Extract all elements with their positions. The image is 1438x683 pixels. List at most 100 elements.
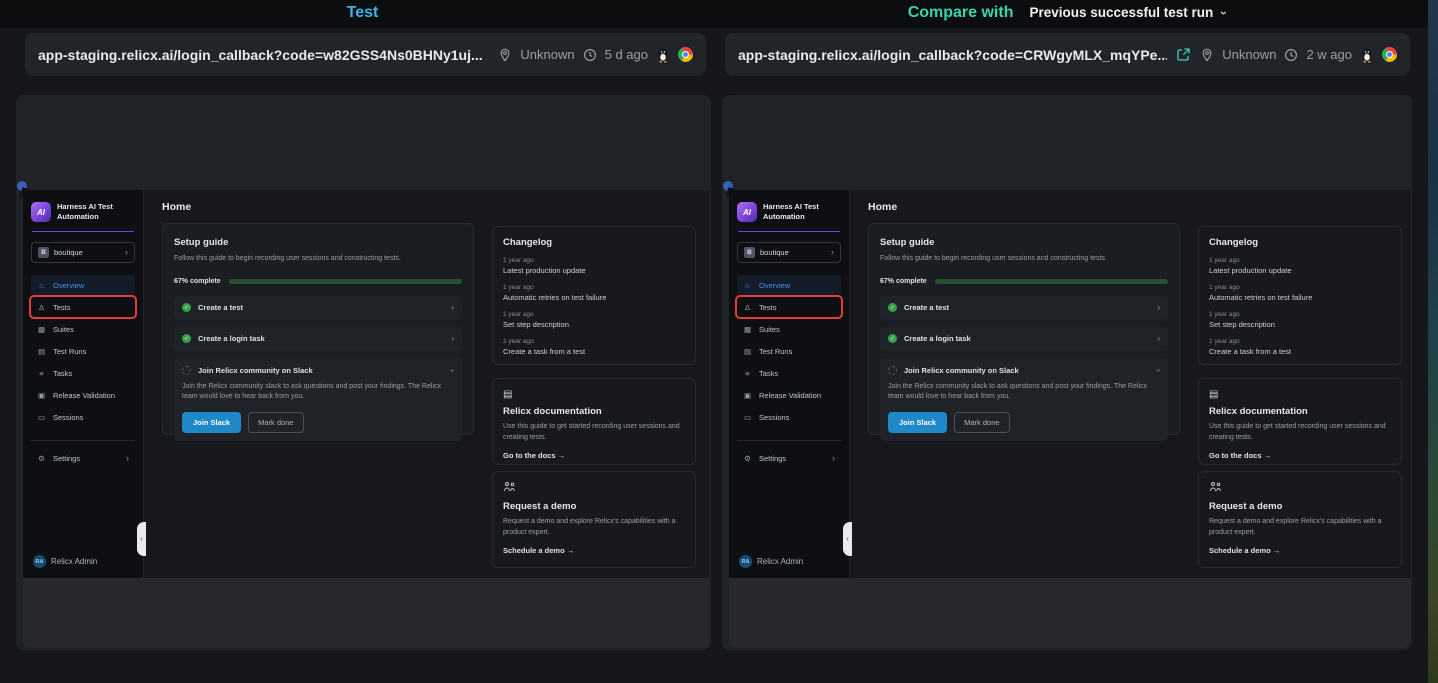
chevron-down-icon: ›	[1217, 11, 1231, 15]
right-age-label: 2 w ago	[1306, 47, 1352, 62]
right-app-screenshot: AI Harness AI Test Automation B boutique…	[729, 190, 1411, 648]
project-selector[interactable]: B boutique ›	[737, 242, 841, 263]
setup-guide-title: Setup guide	[174, 237, 462, 248]
tests-icon: Δ	[37, 303, 46, 312]
sidebar-item-label: Release Validation	[53, 391, 115, 400]
sidebar-item-test-runs[interactable]: ▤Test Runs	[737, 341, 841, 361]
setup-item-create-a-login-task[interactable]: ✓Create a login task›	[174, 327, 462, 351]
user-account[interactable]: RA Relicx Admin	[739, 555, 803, 568]
go-to-docs-link[interactable]: Go to the docs →	[1209, 451, 1391, 460]
chevron-right-icon: ›	[125, 248, 128, 257]
left-location-label: Unknown	[520, 47, 574, 62]
demo-title: Request a demo	[1209, 501, 1391, 512]
unchecked-circle-icon	[888, 366, 897, 375]
sidebar-item-label: Overview	[53, 281, 84, 290]
chevron-right-icon: ›	[1157, 334, 1160, 343]
right-url-bar: app-staging.relicx.ai/login_callback?cod…	[725, 33, 1410, 76]
home-icon: ⌂	[743, 281, 752, 290]
book-icon: ▤	[503, 389, 685, 400]
people-icon	[1209, 482, 1391, 495]
setup-item-create-a-test[interactable]: ✓Create a test›	[880, 296, 1168, 320]
setup-items: ✓Create a test›✓Create a login task›	[880, 296, 1168, 351]
sidebar-item-tests[interactable]: ΔTests	[31, 297, 135, 317]
sidebar-item-overview[interactable]: ⌂Overview	[737, 275, 841, 295]
changelog-entry-title: Set step description	[1209, 320, 1391, 329]
chevron-right-icon: ›	[451, 303, 454, 312]
join-slack-button[interactable]: Join Slack	[182, 412, 241, 433]
settings-label: Settings	[759, 454, 786, 463]
linux-icon	[1360, 47, 1374, 63]
setup-item-label: Create a login task	[198, 334, 265, 343]
setup-item-slack: Join Relicx community on Slack › Join th…	[174, 358, 462, 442]
gear-icon: ⚙	[37, 454, 46, 463]
sidebar-nav: ⌂OverviewΔTests▦Suites▤Test Runs ≡ Tasks ▣ R…	[737, 275, 841, 427]
setup-progress: 67% complete	[174, 278, 462, 285]
go-to-docs-link[interactable]: Go to the docs →	[503, 451, 685, 460]
project-selector[interactable]: B boutique ›	[31, 242, 135, 263]
setup-guide-title: Setup guide	[880, 237, 1168, 248]
sidebar-item-tests[interactable]: ΔTests	[737, 297, 841, 317]
sidebar-collapse-handle[interactable]: ‹	[843, 522, 852, 556]
tasks-icon: ≡	[743, 369, 752, 378]
mark-done-button[interactable]: Mark done	[248, 412, 303, 433]
user-account[interactable]: RA Relicx Admin	[33, 555, 97, 568]
release-icon: ▣	[743, 391, 752, 400]
setup-item-slack: Join Relicx community on Slack › Join th…	[880, 358, 1168, 442]
right-url-text: app-staging.relicx.ai/login_callback?cod…	[738, 47, 1167, 63]
changelog-entry: 1 year agoAutomatic retries on test fail…	[1209, 284, 1391, 302]
setup-item-create-a-login-task[interactable]: ✓Create a login task›	[880, 327, 1168, 351]
sidebar-item-suites[interactable]: ▦Suites	[31, 319, 135, 339]
sidebar-nav: ⌂OverviewΔTests▦Suites▤Test Runs≡Tasks▣R…	[31, 275, 135, 427]
sessions-icon: ▭	[37, 413, 46, 422]
demo-description: Request a demo and explore Relicx's capa…	[1209, 517, 1391, 538]
left-panel-title: Test	[14, 4, 711, 22]
changelog-entry-time: 1 year ago	[503, 284, 685, 291]
sidebar-item-settings[interactable]: ⚙ Settings ›	[31, 449, 135, 467]
settings-divider	[31, 440, 135, 441]
sidebar-collapse-handle[interactable]: ‹	[137, 522, 146, 556]
runs-icon: ▤	[743, 347, 752, 356]
sidebar-item-suites[interactable]: ▦Suites	[737, 319, 841, 339]
clock-icon	[583, 48, 597, 62]
sidebar-item-overview[interactable]: ⌂Overview	[31, 275, 135, 295]
sidebar-item-label: Tasks	[759, 369, 778, 378]
baseline-run-dropdown-value: Previous successful test run	[1029, 5, 1213, 20]
setup-item-slack-header[interactable]: Join Relicx community on Slack ›	[182, 366, 454, 375]
sidebar-item-label: Release Validation	[759, 391, 821, 400]
schedule-demo-link[interactable]: Schedule a demo →	[1209, 546, 1391, 555]
sidebar-item-sessions[interactable]: ▭Sessions	[737, 407, 841, 427]
sidebar-item-release-validation[interactable]: ▣ Release Validation	[737, 385, 841, 405]
sidebar-item-release-validation[interactable]: ▣Release Validation	[31, 385, 135, 405]
sidebar-item-label: Tasks	[53, 369, 72, 378]
changelog-entry-title: Automatic retries on test failure	[503, 293, 685, 302]
setup-item-create-a-test[interactable]: ✓Create a test›	[174, 296, 462, 320]
avatar: RA	[739, 555, 752, 568]
setup-item-slack-header[interactable]: Join Relicx community on Slack ›	[888, 366, 1160, 375]
external-link-icon[interactable]	[1176, 47, 1191, 62]
sidebar-item-tasks[interactable]: ≡Tasks	[31, 363, 135, 383]
baseline-run-dropdown[interactable]: Previous successful test run ›	[1029, 5, 1226, 20]
left-url-meta: Unknown 5 d ago	[498, 47, 693, 63]
sidebar-item-settings[interactable]: ⚙ Settings ›	[737, 449, 841, 467]
brand-name: Harness AI Test Automation	[57, 202, 129, 222]
left-screenshot-viewport: AI Harness AI Test Automation B boutique…	[16, 95, 711, 650]
chevron-right-icon: ›	[126, 454, 129, 463]
brand-divider	[32, 231, 134, 232]
sidebar-item-tasks[interactable]: ≡ Tasks	[737, 363, 841, 383]
join-slack-button[interactable]: Join Slack	[888, 412, 947, 433]
progress-label: 67% complete	[174, 278, 221, 285]
documentation-title: Relicx documentation	[1209, 406, 1391, 417]
suites-icon: ▦	[743, 325, 752, 334]
changelog-entry: 1 year agoSet step description	[503, 311, 685, 329]
sidebar-item-test-runs[interactable]: ▤Test Runs	[31, 341, 135, 361]
sidebar-item-sessions[interactable]: ▭Sessions	[31, 407, 135, 427]
setup-item-label: Create a login task	[904, 334, 971, 343]
right-url-meta: Unknown 2 w ago	[1200, 47, 1397, 63]
progress-bar	[935, 279, 1168, 284]
page-title: Home	[868, 201, 897, 213]
schedule-demo-link[interactable]: Schedule a demo →	[503, 546, 685, 555]
changelog-card: Changelog 1 year agoLatest production up…	[1198, 226, 1402, 365]
project-badge: B	[38, 247, 49, 258]
book-icon: ▤	[1209, 389, 1391, 400]
mark-done-button[interactable]: Mark done	[954, 412, 1009, 433]
